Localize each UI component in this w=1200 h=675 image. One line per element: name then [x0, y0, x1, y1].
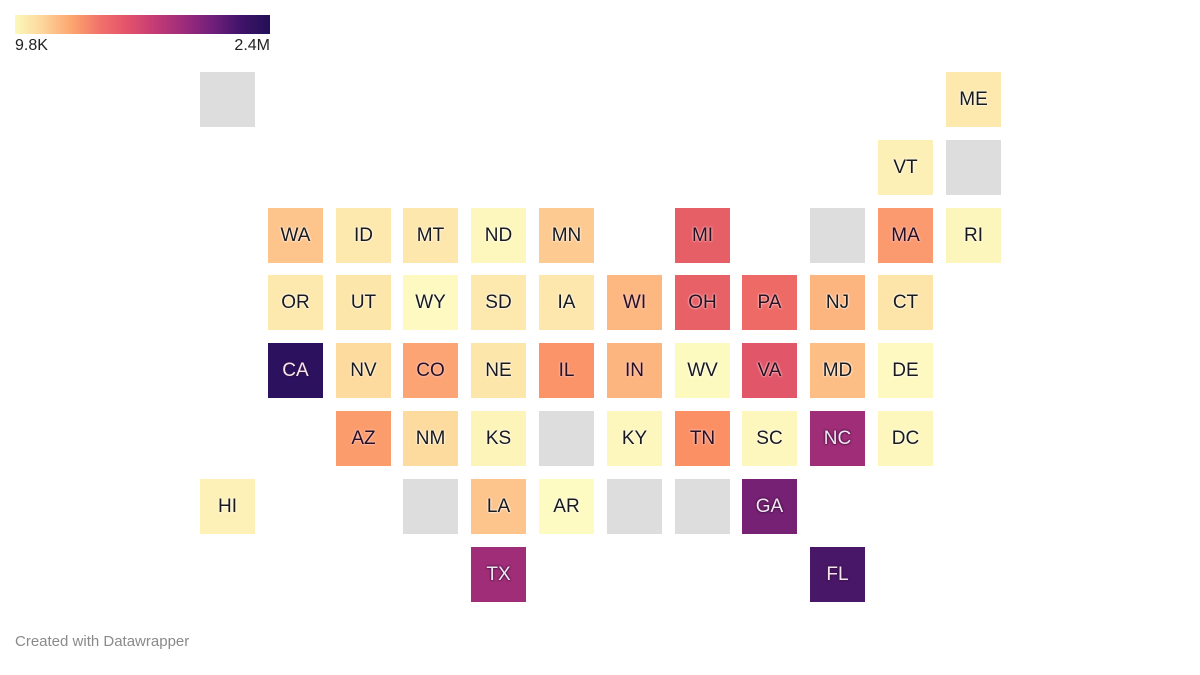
state-label: TN	[689, 427, 716, 449]
no-data-tile[interactable]	[675, 479, 730, 534]
state-tile-ma[interactable]: MA	[878, 208, 933, 263]
state-tile-oh[interactable]: OH	[675, 275, 730, 330]
state-label: WY	[415, 291, 446, 313]
state-tile-nc[interactable]: NC	[810, 411, 865, 466]
state-tile-me[interactable]: ME	[946, 72, 1001, 127]
state-label: IA	[557, 291, 576, 313]
state-label: NJ	[825, 291, 850, 313]
no-data-tile[interactable]	[946, 140, 1001, 195]
state-tile-id[interactable]: ID	[336, 208, 391, 263]
state-label: MN	[551, 224, 582, 246]
state-tile-ut[interactable]: UT	[336, 275, 391, 330]
state-label: MI	[691, 224, 714, 246]
no-data-tile[interactable]	[200, 72, 255, 127]
state-label: AZ	[351, 427, 376, 449]
state-tile-sc[interactable]: SC	[742, 411, 797, 466]
state-tile-dc[interactable]: DC	[878, 411, 933, 466]
state-tile-nm[interactable]: NM	[403, 411, 458, 466]
state-label: OH	[688, 291, 717, 313]
state-label: HI	[218, 495, 237, 517]
state-label: NC	[823, 427, 852, 449]
no-data-tile[interactable]	[810, 208, 865, 263]
state-label: ME	[959, 88, 988, 110]
state-tile-wv[interactable]: WV	[675, 343, 730, 398]
state-tile-fl[interactable]: FL	[810, 547, 865, 602]
state-label: LA	[486, 495, 511, 517]
state-label: NE	[485, 359, 512, 381]
state-tile-md[interactable]: MD	[810, 343, 865, 398]
state-tile-wa[interactable]: WA	[268, 208, 323, 263]
state-tile-ct[interactable]: CT	[878, 275, 933, 330]
state-tile-ar[interactable]: AR	[539, 479, 594, 534]
state-label: KS	[485, 427, 512, 449]
state-tile-sd[interactable]: SD	[471, 275, 526, 330]
state-label: OR	[281, 291, 310, 313]
state-label: MA	[891, 224, 920, 246]
state-tile-ia[interactable]: IA	[539, 275, 594, 330]
state-label: FL	[826, 563, 849, 585]
state-label: ND	[484, 224, 513, 246]
state-label: SC	[756, 427, 783, 449]
state-tile-ri[interactable]: RI	[946, 208, 1001, 263]
state-label: DE	[892, 359, 919, 381]
state-tile-tx[interactable]: TX	[471, 547, 526, 602]
state-label: WI	[622, 291, 647, 313]
state-tile-hi[interactable]: HI	[200, 479, 255, 534]
state-tile-pa[interactable]: PA	[742, 275, 797, 330]
state-label: RI	[964, 224, 983, 246]
state-tile-wy[interactable]: WY	[403, 275, 458, 330]
state-label: NM	[415, 427, 446, 449]
state-label: IN	[625, 359, 644, 381]
state-label: KY	[621, 427, 648, 449]
state-label: MT	[416, 224, 445, 246]
state-tile-mi[interactable]: MI	[675, 208, 730, 263]
state-label: CA	[282, 359, 309, 381]
state-tile-mn[interactable]: MN	[539, 208, 594, 263]
state-tile-mt[interactable]: MT	[403, 208, 458, 263]
state-tile-ky[interactable]: KY	[607, 411, 662, 466]
state-tile-nj[interactable]: NJ	[810, 275, 865, 330]
state-tile-de[interactable]: DE	[878, 343, 933, 398]
state-tile-il[interactable]: IL	[539, 343, 594, 398]
state-label: CO	[416, 359, 445, 381]
state-label: WA	[280, 224, 311, 246]
state-tile-wi[interactable]: WI	[607, 275, 662, 330]
state-tile-ne[interactable]: NE	[471, 343, 526, 398]
state-tile-ks[interactable]: KS	[471, 411, 526, 466]
state-label: CT	[892, 291, 919, 313]
state-tile-az[interactable]: AZ	[336, 411, 391, 466]
state-tile-tn[interactable]: TN	[675, 411, 730, 466]
state-tile-vt[interactable]: VT	[878, 140, 933, 195]
no-data-tile[interactable]	[607, 479, 662, 534]
state-label: ID	[354, 224, 373, 246]
state-label: VT	[893, 156, 918, 178]
state-tile-ga[interactable]: GA	[742, 479, 797, 534]
state-label: GA	[755, 495, 784, 517]
state-tile-ca[interactable]: CA	[268, 343, 323, 398]
state-tile-la[interactable]: LA	[471, 479, 526, 534]
no-data-tile[interactable]	[403, 479, 458, 534]
state-tile-co[interactable]: CO	[403, 343, 458, 398]
state-label: DC	[891, 427, 920, 449]
state-label: NV	[350, 359, 377, 381]
state-tile-nv[interactable]: NV	[336, 343, 391, 398]
state-label: TX	[486, 563, 511, 585]
state-label: PA	[757, 291, 782, 313]
state-label: AR	[553, 495, 580, 517]
state-label: SD	[485, 291, 512, 313]
no-data-tile[interactable]	[539, 411, 594, 466]
state-label: WV	[687, 359, 718, 381]
state-tile-va[interactable]: VA	[742, 343, 797, 398]
state-label: UT	[350, 291, 377, 313]
state-tile-in[interactable]: IN	[607, 343, 662, 398]
state-label: MD	[822, 359, 853, 381]
state-tile-or[interactable]: OR	[268, 275, 323, 330]
state-tile-nd[interactable]: ND	[471, 208, 526, 263]
footer-credit: Created with Datawrapper	[15, 633, 190, 650]
state-label: VA	[757, 359, 782, 381]
tile-grid-map: ME VT WA ID MT ND MN MI MA RI OR UT WY SD IA WI OH PA NJ CT…	[0, 0, 1200, 675]
state-label: IL	[558, 359, 575, 381]
